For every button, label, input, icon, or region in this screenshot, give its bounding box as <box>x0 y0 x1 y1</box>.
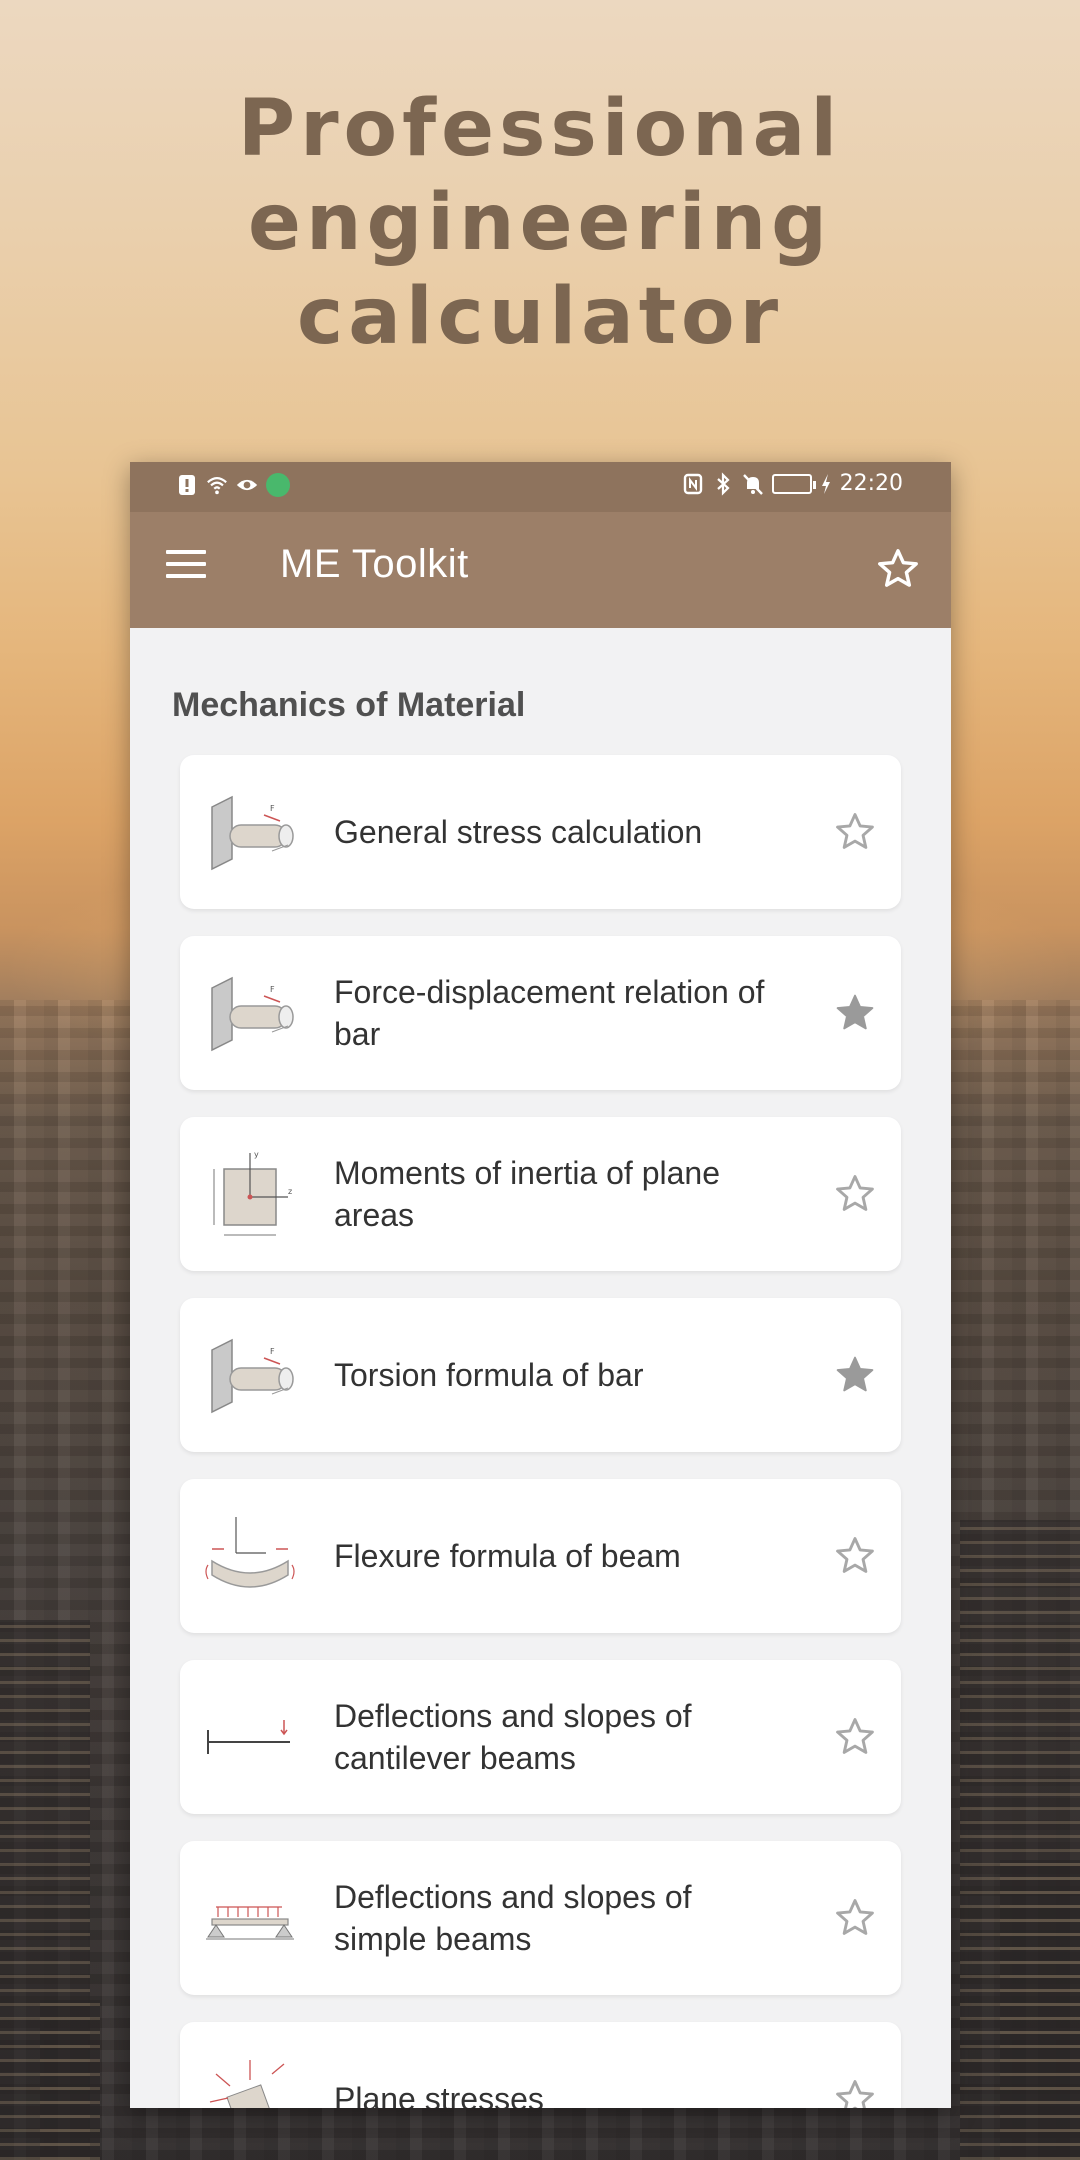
headline-line: engineering <box>248 178 832 268</box>
building <box>40 2000 100 2160</box>
app-notification-icon <box>266 473 290 497</box>
status-left-icons <box>176 473 290 497</box>
list-item-label: Deflections and slopes of cantilever bea… <box>334 1698 692 1776</box>
app-title: ME Toolkit <box>280 542 469 586</box>
section-title: Mechanics of Material <box>172 686 526 724</box>
list-item[interactable]: F General stress calculation <box>180 755 901 909</box>
bent-beam-icon <box>202 1509 298 1605</box>
cantilever-bar-icon: F <box>202 1328 298 1424</box>
wifi-icon <box>207 477 227 495</box>
list-item[interactable]: Plane stresses <box>180 2022 901 2108</box>
nfc-icon <box>683 473 702 494</box>
svg-text:y: y <box>254 1150 259 1159</box>
calculator-list: F General stress calculation F Force-displa… <box>180 755 901 2108</box>
list-item-label: General stress calculation <box>334 814 703 850</box>
status-right-icons: 22:20 <box>682 471 903 496</box>
headline-line: calculator <box>296 272 784 362</box>
list-item-label: Deflections and slopes of simple beams <box>334 1879 692 1957</box>
list-item-label: Torsion formula of bar <box>334 1357 644 1393</box>
battery-icon <box>771 473 816 494</box>
star-outline-icon[interactable] <box>833 2077 877 2108</box>
star-outline-icon[interactable] <box>833 1896 877 1940</box>
list-item-label: Force-displacement relation of bar <box>334 974 765 1052</box>
list-item[interactable]: F Torsion formula of bar <box>180 1298 901 1452</box>
star-outline-icon[interactable] <box>833 1534 877 1578</box>
phone-screen: 22:20 ME Toolkit Mechanics of Material F… <box>130 462 951 2108</box>
charging-icon <box>821 473 830 494</box>
list-item-label: Plane stresses <box>334 2081 544 2108</box>
list-item[interactable]: Deflections and slopes of cantilever bea… <box>180 1660 901 1814</box>
status-time: 22:20 <box>839 471 903 496</box>
simple-beam-icon <box>202 1871 298 1967</box>
status-bar: 22:20 <box>130 462 951 512</box>
mute-bell-icon <box>742 473 763 495</box>
list-item[interactable]: Flexure formula of beam <box>180 1479 901 1633</box>
plane-stress-icon <box>202 2052 298 2108</box>
hamburger-menu-icon[interactable] <box>166 550 206 590</box>
svg-text:F: F <box>270 804 275 813</box>
svg-text:F: F <box>270 1347 275 1356</box>
list-item[interactable]: F Force-displacement relation of bar <box>180 936 901 1090</box>
plane-area-icon: yz <box>202 1147 298 1243</box>
cantilever-bar-icon: F <box>202 785 298 881</box>
cantilever-beam-icon <box>202 1690 298 1786</box>
headline-line: Professional <box>237 84 843 174</box>
list-item-label: Flexure formula of beam <box>334 1538 681 1574</box>
promo-headline: Professional engineering calculator <box>0 82 1080 364</box>
star-outline-icon[interactable] <box>875 546 921 592</box>
star-filled-icon[interactable] <box>833 991 877 1035</box>
svg-text:z: z <box>288 1187 292 1196</box>
list-item[interactable]: y z Moments of inertia of plane areas <box>180 1117 901 1271</box>
list-item[interactable]: Deflections and slopes of simple beams <box>180 1841 901 1995</box>
building <box>1000 1860 1080 2160</box>
cantilever-bar-icon: F <box>202 966 298 1062</box>
star-filled-icon[interactable] <box>833 1353 877 1397</box>
notification-icon <box>179 475 195 495</box>
star-outline-icon[interactable] <box>833 810 877 854</box>
list-item-label: Moments of inertia of plane areas <box>334 1155 720 1233</box>
eye-icon <box>236 479 258 491</box>
star-outline-icon[interactable] <box>833 1172 877 1216</box>
svg-text:F: F <box>270 985 275 994</box>
app-bar: ME Toolkit <box>130 512 951 628</box>
star-outline-icon[interactable] <box>833 1715 877 1759</box>
bluetooth-icon <box>716 471 730 496</box>
